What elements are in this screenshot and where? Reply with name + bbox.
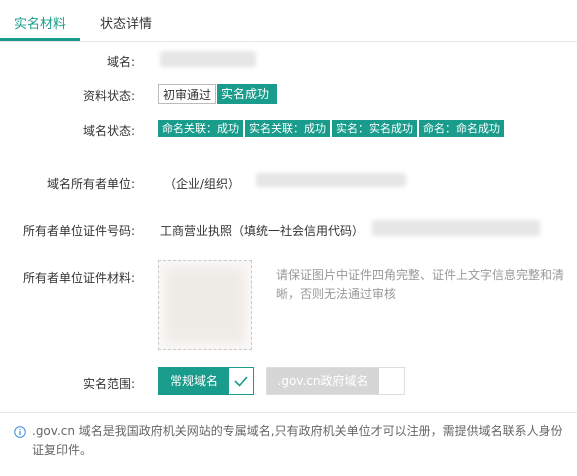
status-badge: 实名：实名成功 [332,120,417,137]
owner-unit-label: 域名所有者单位: [46,177,135,191]
scope-label: 实名范围: [82,377,135,391]
cert-type: 工商营业执照（填统一社会信用代码） [160,224,365,238]
cert-number-label: 所有者单位证件号码: [22,224,135,238]
cert-material-label: 所有者单位证件材料: [22,271,135,285]
scope-option-label: .gov.cn政府域名 [267,368,379,394]
notice-text: .gov.cn 域名是我国政府机关网站的专属域名,只有政府机关单位才可以注册，需… [32,424,563,457]
domain-label: 域名: [106,55,135,69]
cert-number-redacted [372,220,540,236]
status-initial-review-passed: 初审通过 [158,84,216,104]
upload-hint: 请保证图片中证件四角完整、证件上文字信息完整和清晰，否则无法通过审核 [276,268,565,301]
scope-option-regular-domain[interactable]: 常规域名 [158,367,254,395]
scope-option-label: 常规域名 [159,368,229,394]
domain-value-redacted [160,51,256,67]
status-badge: 命名：命名成功 [419,120,504,137]
tab-real-name-materials[interactable]: 实名材料 [14,13,66,32]
cert-image-redacted [165,267,245,343]
tab-status-details[interactable]: 状态详情 [100,13,152,32]
owner-unit-type: （企业/组织） [164,177,241,191]
check-icon [229,368,253,394]
domain-status-badges: 命名关联：成功 实名关联：成功 实名：实名成功 命名：命名成功 [158,120,506,137]
owner-unit-name-redacted [256,173,406,187]
cert-image-thumbnail[interactable] [158,260,252,350]
status-badge: 命名关联：成功 [158,120,243,137]
active-tab-underline [0,38,80,41]
scope-option-gov-domain[interactable]: .gov.cn政府域名 [266,367,405,395]
status-badge: 实名关联：成功 [245,120,330,137]
notice-bar: .gov.cn 域名是我国政府机关网站的专属域名,只有政府机关单位才可以注册，需… [0,412,577,476]
material-status-label: 资料状态: [82,89,135,103]
info-icon [14,426,26,438]
tab-bar: 实名材料 状态详情 [0,0,577,42]
domain-status-label: 域名状态: [82,124,135,138]
status-real-name-success: 实名成功 [217,84,277,104]
